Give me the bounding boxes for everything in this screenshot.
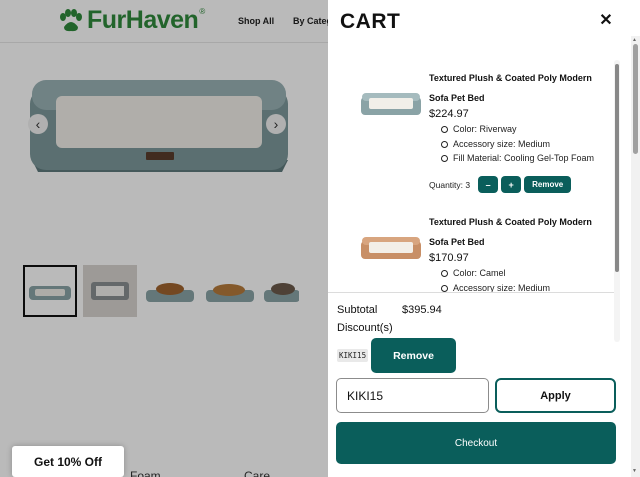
page-scrollbar[interactable]: ▲ ▼	[631, 36, 640, 477]
increase-quantity-button[interactable]: +	[501, 176, 522, 193]
divider	[328, 292, 614, 293]
subtotal-value: $395.94	[402, 304, 442, 316]
item-price: $224.97	[429, 108, 469, 120]
scroll-down-icon[interactable]: ▼	[632, 468, 637, 474]
get-discount-button[interactable]: Get 10% Off	[12, 446, 124, 477]
item-attribute: Color: Riverway	[440, 122, 594, 137]
remove-item-button[interactable]: Remove	[524, 176, 572, 193]
checkout-button[interactable]: Checkout	[336, 422, 616, 464]
item-attribute: Accessory size: Medium	[440, 137, 594, 152]
cart-drawer: CART ✕ Textured Plush & Coated Poly Mode…	[328, 0, 640, 477]
item-name[interactable]: Textured Plush & Coated Poly Modern Sofa…	[429, 68, 614, 108]
discounts-label: Discount(s)	[337, 322, 393, 334]
apply-coupon-button[interactable]: Apply	[495, 378, 616, 413]
item-attributes: Color: Camel Accessory size: Medium	[440, 266, 550, 292]
cart-items-scrollbar[interactable]	[614, 60, 620, 342]
item-attribute: Fill Material: Cooling Gel-Top Foam	[440, 151, 594, 166]
page-scrollbar-thumb[interactable]	[633, 44, 638, 154]
scrollbar-thumb[interactable]	[615, 64, 619, 272]
product-thumbnail	[361, 93, 421, 115]
item-attributes: Color: Riverway Accessory size: Medium F…	[440, 122, 594, 166]
item-name[interactable]: Textured Plush & Coated Poly Modern Sofa…	[429, 212, 614, 252]
decrease-quantity-button[interactable]: –	[478, 176, 499, 193]
quantity-row: Quantity: 3 – + Remove	[429, 176, 572, 193]
item-attribute: Color: Camel	[440, 266, 550, 281]
cart-items-list: Textured Plush & Coated Poly Modern Sofa…	[328, 56, 614, 292]
coupon-code-input[interactable]	[336, 378, 489, 413]
scroll-up-icon[interactable]: ▲	[632, 37, 637, 43]
page-dim-overlay[interactable]	[0, 0, 328, 477]
applied-discount-code: KIKI15	[337, 349, 369, 362]
remove-discount-button[interactable]: Remove	[371, 338, 456, 373]
subtotal-label: Subtotal	[337, 304, 378, 316]
item-price: $170.97	[429, 252, 469, 264]
item-attribute: Accessory size: Medium	[440, 281, 550, 292]
quantity-label: Quantity: 3	[429, 179, 471, 190]
product-thumbnail	[361, 237, 421, 259]
cart-title: CART	[340, 10, 401, 33]
close-icon[interactable]: ✕	[598, 11, 614, 29]
